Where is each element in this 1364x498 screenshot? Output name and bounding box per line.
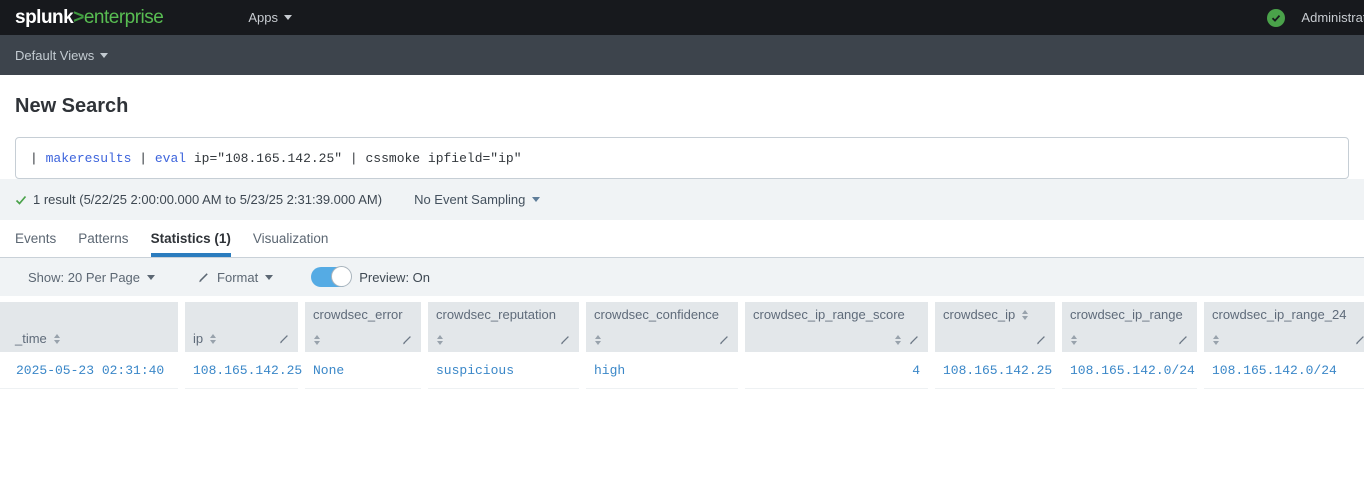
results-toolbar: Show: 20 Per Page Format Preview: On bbox=[0, 258, 1364, 296]
app-bar: Default Views bbox=[0, 35, 1364, 75]
pencil-icon[interactable] bbox=[401, 334, 413, 346]
query-plain: | bbox=[30, 151, 46, 166]
logo-splunk-text: splunk bbox=[15, 7, 73, 28]
search-section: New Search | makeresults | eval ip="108.… bbox=[0, 75, 1364, 179]
query-plain: ip="108.165.142.25" | cssmoke ipfield="i… bbox=[186, 151, 521, 166]
sort-icon[interactable] bbox=[1070, 334, 1078, 346]
column-name: ip bbox=[193, 331, 203, 346]
apps-menu[interactable]: Apps bbox=[248, 10, 292, 25]
preview-label: Preview: On bbox=[359, 270, 430, 285]
column-name: crowdsec_confidence bbox=[594, 307, 730, 323]
cell-ip[interactable]: 108.165.142.25 bbox=[185, 352, 298, 389]
tab-statistics[interactable]: Statistics (1) bbox=[151, 220, 231, 257]
job-done-check-icon bbox=[15, 194, 27, 206]
format-label: Format bbox=[217, 270, 258, 285]
column-name: crowdsec_error bbox=[313, 307, 413, 323]
column-header-crowdsec-reputation[interactable]: crowdsec_reputation bbox=[428, 302, 579, 352]
query-command: makeresults bbox=[46, 151, 132, 166]
pencil-icon[interactable] bbox=[908, 334, 920, 346]
tab-visualization[interactable]: Visualization bbox=[253, 220, 329, 257]
sort-icon[interactable] bbox=[436, 334, 444, 346]
cell-crowdsec-error[interactable]: None bbox=[305, 352, 421, 389]
query-command: eval bbox=[155, 151, 186, 166]
user-menu-label: Administrator bbox=[1301, 10, 1364, 25]
query-plain: | bbox=[131, 151, 154, 166]
column-header-crowdsec-ip[interactable]: crowdsec_ip bbox=[935, 302, 1055, 352]
cell-crowdsec-ip-range-24[interactable]: 108.165.142.0/24 bbox=[1204, 352, 1364, 389]
event-sampling-menu[interactable]: No Event Sampling bbox=[414, 192, 540, 207]
user-menu[interactable]: Administrator bbox=[1267, 0, 1364, 35]
default-views-menu[interactable]: Default Views bbox=[15, 48, 108, 63]
column-name: _time bbox=[15, 331, 47, 346]
column-name: crowdsec_ip_range_24 bbox=[1212, 307, 1364, 323]
column-header-crowdsec-ip-range[interactable]: crowdsec_ip_range bbox=[1062, 302, 1197, 352]
preview-toggle[interactable] bbox=[311, 267, 351, 287]
column-header-crowdsec-confidence[interactable]: crowdsec_confidence bbox=[586, 302, 738, 352]
chevron-down-icon bbox=[265, 275, 273, 280]
tab-patterns[interactable]: Patterns bbox=[78, 220, 128, 257]
cell-crowdsec-confidence[interactable]: high bbox=[586, 352, 738, 389]
page-title: New Search bbox=[15, 95, 1349, 123]
column-header-crowdsec-ip-range-24[interactable]: crowdsec_ip_range_24 bbox=[1204, 302, 1364, 352]
event-sampling-label: No Event Sampling bbox=[414, 192, 525, 207]
logo-gt-text: > bbox=[73, 7, 84, 28]
pencil-icon[interactable] bbox=[559, 334, 571, 346]
sort-icon[interactable] bbox=[894, 334, 902, 346]
pencil-icon[interactable] bbox=[1177, 334, 1189, 346]
apps-menu-label: Apps bbox=[248, 10, 278, 25]
column-name: crowdsec_ip_range bbox=[1070, 307, 1189, 323]
logo-product-text: enterprise bbox=[84, 7, 164, 28]
result-count-text[interactable]: 1 result (5/22/25 2:00:00.000 AM to 5/23… bbox=[33, 192, 382, 207]
splunk-logo[interactable]: splunk>enterprise bbox=[15, 7, 163, 29]
pencil-icon[interactable] bbox=[278, 333, 290, 345]
statistics-table: _time ip crowdsec_error crowdsec_reputat… bbox=[0, 302, 1364, 389]
cell-crowdsec-ip-range-score[interactable]: 4 bbox=[745, 352, 928, 389]
cell-crowdsec-reputation[interactable]: suspicious bbox=[428, 352, 579, 389]
sort-icon[interactable] bbox=[1212, 334, 1220, 346]
column-header-crowdsec-error[interactable]: crowdsec_error bbox=[305, 302, 421, 352]
sort-icon[interactable] bbox=[594, 334, 602, 346]
top-bar: splunk>enterprise Apps Administrator bbox=[0, 0, 1364, 35]
job-status-bar: 1 result (5/22/25 2:00:00.000 AM to 5/23… bbox=[0, 179, 1364, 220]
cell-crowdsec-ip-range[interactable]: 108.165.142.0/24 bbox=[1062, 352, 1197, 389]
pencil-icon bbox=[197, 271, 210, 284]
column-header-time[interactable]: _time bbox=[0, 302, 178, 352]
default-views-label: Default Views bbox=[15, 48, 94, 63]
tab-events[interactable]: Events bbox=[15, 220, 56, 257]
search-input[interactable]: | makeresults | eval ip="108.165.142.25"… bbox=[15, 137, 1349, 179]
chevron-down-icon bbox=[147, 275, 155, 280]
sort-icon[interactable] bbox=[1021, 309, 1029, 321]
health-check-icon[interactable] bbox=[1267, 9, 1285, 27]
column-name: crowdsec_reputation bbox=[436, 307, 571, 323]
chevron-down-icon bbox=[100, 53, 108, 58]
column-header-crowdsec-ip-range-score[interactable]: crowdsec_ip_range_score bbox=[745, 302, 928, 352]
pencil-icon[interactable] bbox=[1354, 334, 1364, 346]
format-menu[interactable]: Format bbox=[197, 270, 273, 285]
column-name: crowdsec_ip_range_score bbox=[753, 307, 920, 323]
toggle-knob bbox=[331, 266, 352, 287]
column-header-ip[interactable]: ip bbox=[185, 302, 298, 352]
chevron-down-icon bbox=[532, 197, 540, 202]
per-page-menu[interactable]: Show: 20 Per Page bbox=[28, 270, 155, 285]
pencil-icon[interactable] bbox=[718, 334, 730, 346]
column-name: crowdsec_ip bbox=[943, 307, 1015, 323]
sort-icon[interactable] bbox=[209, 333, 217, 345]
chevron-down-icon bbox=[284, 15, 292, 20]
sort-icon[interactable] bbox=[53, 333, 61, 345]
cell-crowdsec-ip[interactable]: 108.165.142.25 bbox=[935, 352, 1055, 389]
per-page-label: Show: 20 Per Page bbox=[28, 270, 140, 285]
sort-icon[interactable] bbox=[313, 334, 321, 346]
pencil-icon[interactable] bbox=[1035, 334, 1047, 346]
results-tabs: Events Patterns Statistics (1) Visualiza… bbox=[0, 220, 1364, 258]
cell-time[interactable]: 2025-05-23 02:31:40 bbox=[0, 352, 178, 389]
